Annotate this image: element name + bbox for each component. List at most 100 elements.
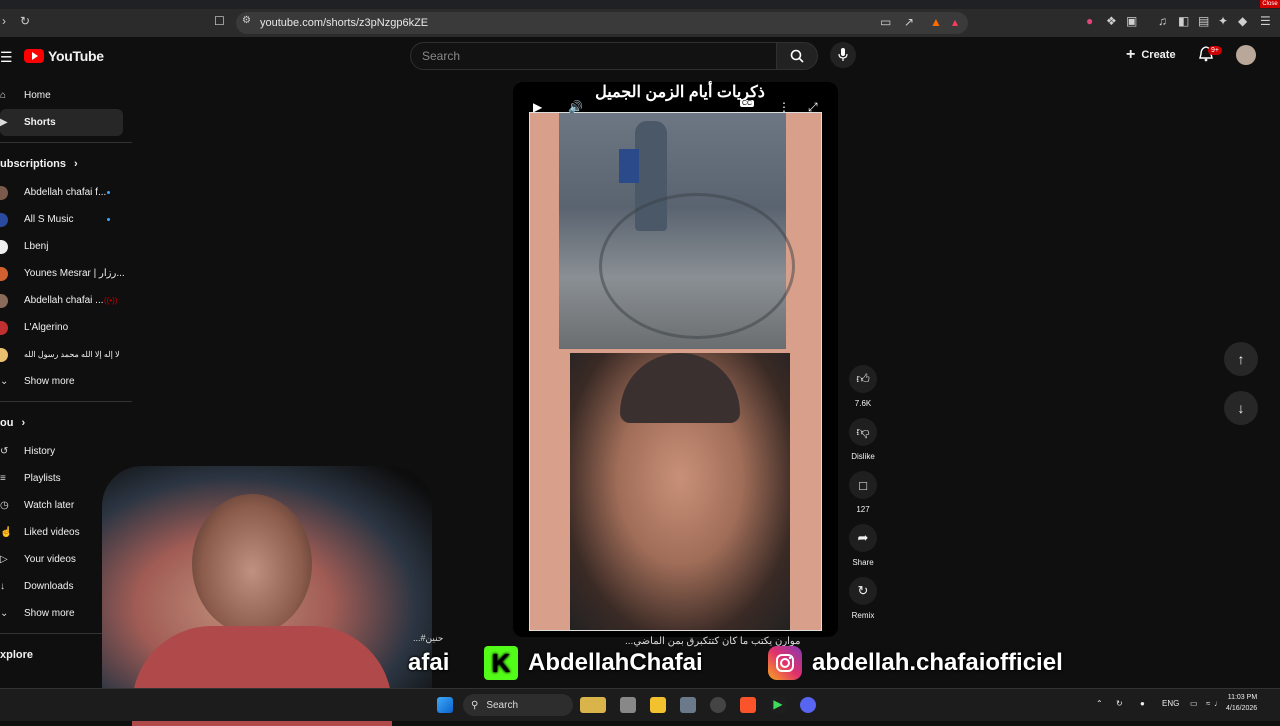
tray-mic-icon[interactable]: ● [1140, 699, 1145, 708]
subscription-item[interactable]: Abdellah chafai ... ((•)) [0, 287, 132, 314]
sidebar-divider [0, 401, 132, 402]
history-icon: ↺ [0, 446, 9, 457]
chevron-down-icon: ⌄ [0, 376, 9, 387]
guide-menu-icon[interactable]: ☰ [0, 49, 13, 66]
dislike-button[interactable]: 👎︎ Dislike [848, 418, 878, 461]
language-indicator[interactable]: ENG [1162, 699, 1179, 708]
chevron-right-icon: › [21, 417, 26, 429]
remix-button[interactable]: ↻ Remix [848, 577, 878, 620]
search-button[interactable] [776, 42, 818, 70]
camera-app-icon[interactable] [680, 697, 696, 713]
wallet-icon[interactable]: ▤ [1198, 14, 1209, 28]
subscription-item[interactable]: Younes Mesrar | رزار... [0, 260, 132, 287]
tray-monitor-icon[interactable]: ▭ [1190, 699, 1198, 708]
blue-barrel [619, 149, 639, 183]
sidebar-item-shorts[interactable]: ▶ Shorts [0, 109, 123, 136]
share-icon: ➦ [849, 524, 877, 552]
sidebar-divider [0, 142, 132, 143]
extension-icon[interactable]: ● [1086, 14, 1093, 28]
play-icon[interactable]: ▶ [533, 100, 542, 114]
video-hashtag-caption: ...#حنين [413, 633, 444, 643]
tray-wifi-icon[interactable]: ≈ [1206, 699, 1210, 708]
fullscreen-icon[interactable]: ⤢ [808, 100, 818, 115]
brave-shield-icon[interactable]: ▲ [930, 15, 942, 29]
sidebar-item-history[interactable]: ↺ History [0, 438, 132, 465]
dislike-label: Dislike [851, 452, 875, 461]
reload-icon[interactable]: ↻ [20, 14, 30, 28]
bookmark-icon[interactable]: ☐ [214, 14, 225, 28]
subscription-item[interactable]: L'Algerino [0, 314, 132, 341]
task-view-icon[interactable] [620, 697, 636, 713]
arrow-up-icon: ↑ [1237, 351, 1245, 367]
thumbs-up-icon: 👍︎ [849, 365, 877, 393]
streamer-face [192, 494, 312, 634]
youtube-logo[interactable]: YouTube [24, 48, 104, 64]
like-count: 7.6K [854, 399, 872, 408]
screenshot-icon[interactable]: ▣ [1126, 14, 1137, 28]
channel-avatar [0, 185, 8, 200]
chrome-app-icon[interactable] [710, 697, 726, 713]
share-page-icon[interactable]: ↗ [904, 15, 914, 29]
discord-icon[interactable] [800, 697, 816, 713]
close-badge[interactable]: Close [1260, 0, 1280, 8]
create-button[interactable]: + Create [1126, 44, 1176, 66]
media-icon[interactable]: ♫ [1158, 14, 1167, 28]
site-info-icon[interactable]: ⚙ [242, 15, 251, 26]
instagram-handle: abdellah.chafaiofficiel [812, 649, 1063, 676]
account-avatar[interactable] [1236, 45, 1256, 65]
search-input[interactable]: Search [410, 42, 778, 70]
vpn-icon[interactable]: ◆ [1238, 14, 1247, 28]
leo-ai-icon[interactable]: ✦ [1218, 14, 1228, 28]
voice-search-button[interactable] [830, 42, 856, 68]
extensions-puzzle-icon[interactable]: ❖ [1106, 14, 1117, 28]
show-more-label: Show more [24, 608, 75, 619]
file-explorer-icon[interactable] [650, 697, 666, 713]
more-options-icon[interactable]: ⋮ [778, 100, 790, 114]
short-video[interactable] [529, 112, 822, 631]
channel-avatar [0, 347, 8, 362]
taskbar-search[interactable]: ⚲ Search [463, 694, 573, 716]
browser-tab-strip [0, 0, 1280, 9]
sidebar-item-label: Shorts [24, 117, 56, 128]
subscription-item[interactable]: Lbenj [0, 233, 132, 260]
show-more-subscriptions[interactable]: ⌄ Show more [0, 368, 132, 395]
subscription-item[interactable]: Abdellah chafai f... [0, 179, 132, 206]
remix-label: Remix [851, 611, 875, 620]
subscription-item[interactable]: All S Music [0, 206, 132, 233]
brave-browser-icon[interactable] [740, 697, 756, 713]
address-bar[interactable]: ⚙ youtube.com/shorts/z3pNzgp6kZE ▭ ↗ ▲ ▴ [236, 12, 968, 34]
comments-button[interactable]: □ 127 [848, 471, 878, 514]
channel-avatar [0, 320, 8, 335]
tray-chevron-up-icon[interactable]: ⌃ [1096, 699, 1103, 708]
youtube-play-icon [24, 49, 44, 63]
explore-title: xplore [0, 649, 34, 661]
you-header[interactable]: ou › [0, 408, 132, 438]
volume-icon[interactable]: 🔊 [568, 100, 583, 114]
windows-start-icon[interactable] [437, 697, 453, 713]
menu-icon[interactable]: ☰ [1260, 14, 1271, 28]
subscription-item[interactable]: لا إله إلا الله محمد رسول الله [0, 341, 132, 368]
widgets-icon[interactable] [580, 697, 606, 713]
obs-play-icon[interactable]: ▶ [770, 697, 786, 713]
cast-icon[interactable]: ▭ [880, 15, 891, 29]
you-title: ou [0, 417, 14, 429]
tray-sync-icon[interactable]: ↻ [1116, 699, 1123, 708]
previous-short-button[interactable]: ↑ [1224, 342, 1258, 376]
forward-icon[interactable]: › [2, 14, 6, 28]
chevron-down-icon: ⌄ [0, 608, 9, 619]
captions-cc-icon[interactable]: CC [740, 100, 755, 107]
shorts-icon: ▶ [0, 117, 8, 128]
taskbar-clock[interactable]: 11:03 PM 4/16/2026 [1226, 692, 1257, 714]
subscriptions-header[interactable]: ubscriptions › [0, 149, 132, 179]
sidebar-item-label: Watch later [24, 500, 75, 511]
chevron-right-icon: › [74, 158, 78, 170]
like-button[interactable]: 👍︎ 7.6K [848, 365, 878, 408]
channel-name: All S Music [24, 214, 74, 225]
share-button[interactable]: ➦ Share [848, 524, 878, 567]
sidebar-toggle-icon[interactable]: ◧ [1178, 14, 1189, 28]
sidebar-item-home[interactable]: ⌂ Home [0, 82, 132, 109]
tray-volume-icon[interactable]: ♩ [1214, 699, 1222, 708]
beanie [620, 353, 740, 423]
next-short-button[interactable]: ↓ [1224, 391, 1258, 425]
brave-rewards-icon[interactable]: ▴ [952, 15, 958, 29]
